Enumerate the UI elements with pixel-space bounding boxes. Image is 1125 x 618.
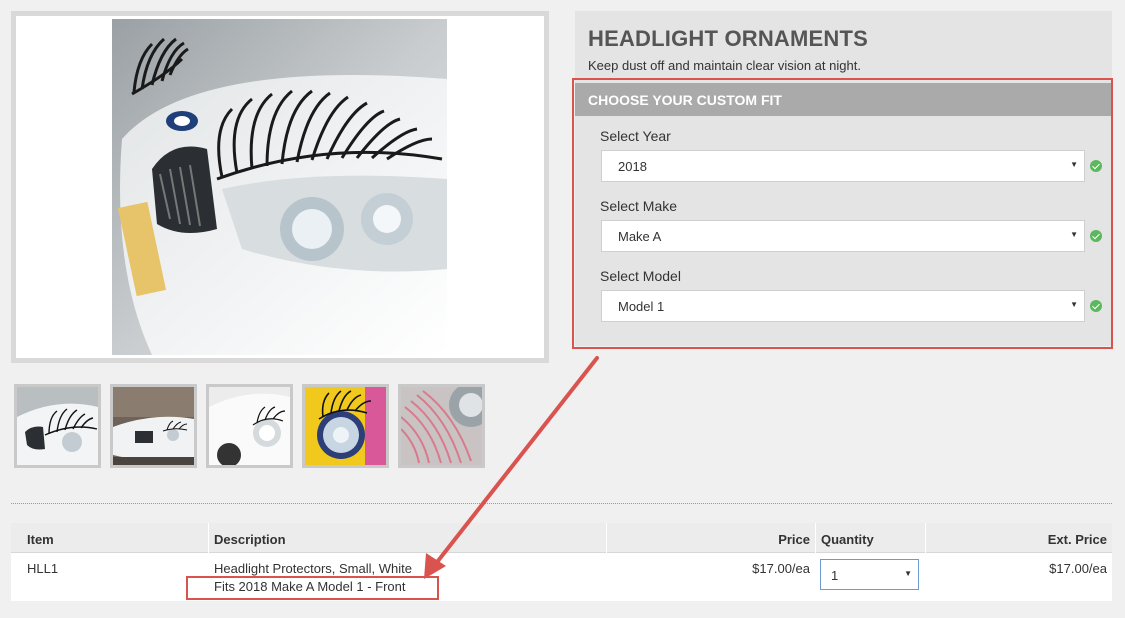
column-divider xyxy=(925,523,926,553)
thumbnail-4[interactable] xyxy=(302,384,389,468)
column-divider xyxy=(815,523,816,553)
product-title: HEADLIGHT ORNAMENTS xyxy=(588,26,869,51)
section-divider xyxy=(11,503,1112,504)
thumbnail-3[interactable] xyxy=(206,384,293,468)
header-quantity: Quantity xyxy=(821,532,874,547)
main-product-image xyxy=(11,11,549,363)
chevron-down-icon: ▼ xyxy=(904,569,912,578)
column-divider xyxy=(208,523,209,553)
fit-note-highlight-box xyxy=(186,576,439,600)
header-description: Description xyxy=(214,532,286,547)
row-price: $17.00/ea xyxy=(752,561,810,576)
custom-fit-highlight-box xyxy=(572,78,1113,349)
thumbnail-2[interactable] xyxy=(110,384,197,468)
column-divider xyxy=(606,523,607,553)
thumbnail-1[interactable] xyxy=(14,384,101,468)
row-item: HLL1 xyxy=(27,561,59,576)
header-ext-price: Ext. Price xyxy=(1047,532,1107,547)
thumbnail-5[interactable] xyxy=(398,384,485,468)
car-eyelash-photo xyxy=(112,19,447,355)
quantity-select[interactable]: 1 ▼ xyxy=(820,559,919,590)
quantity-value: 1 xyxy=(831,568,839,583)
product-tagline: Keep dust off and maintain clear vision … xyxy=(588,58,861,73)
header-price: Price xyxy=(778,532,810,547)
order-table: Item Description Price Quantity Ext. Pri… xyxy=(11,523,1112,601)
table-header-row: Item Description Price Quantity Ext. Pri… xyxy=(11,523,1112,553)
row-description: Headlight Protectors, Small, White xyxy=(214,561,412,576)
row-ext-price: $17.00/ea xyxy=(1049,561,1107,576)
header-item: Item xyxy=(27,532,54,547)
